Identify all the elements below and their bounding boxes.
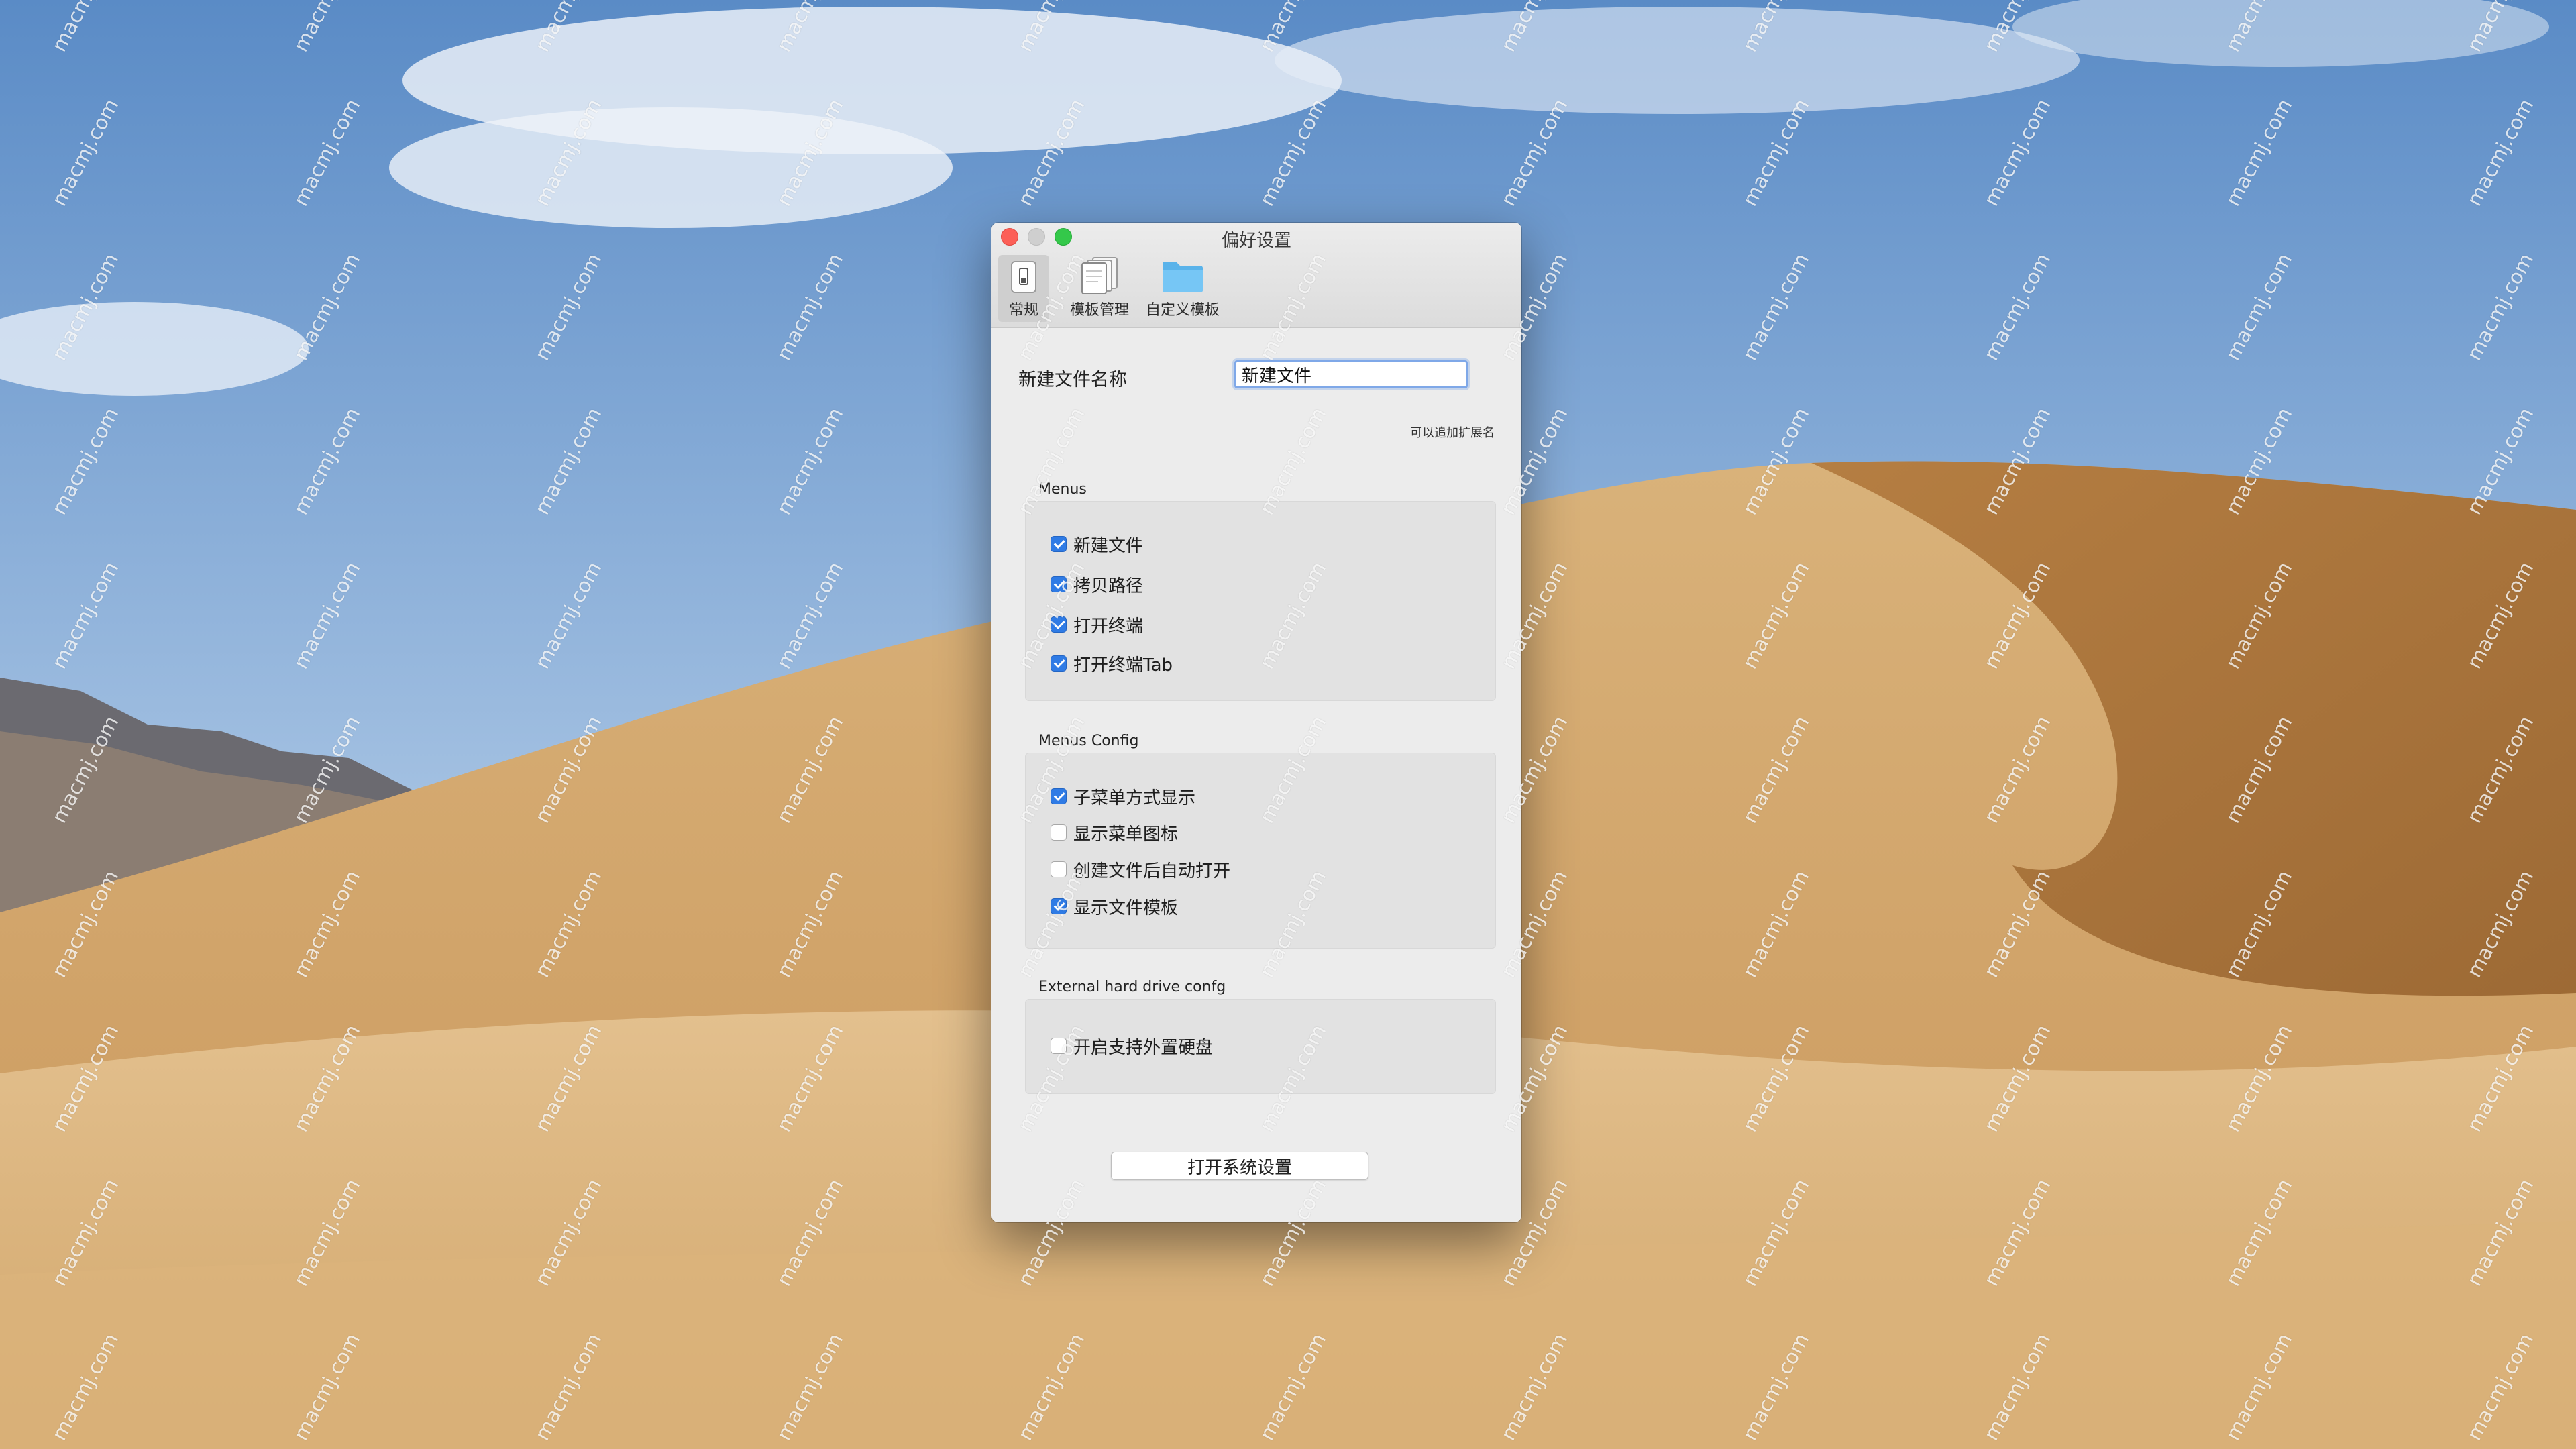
external-section-title: External hard drive confg [1038, 979, 1226, 996]
switch-icon [1011, 261, 1036, 293]
external-option-enable[interactable]: 开启支持外置硬盘 [1051, 1034, 1214, 1058]
option-label: 创建文件后自动打开 [1073, 861, 1231, 881]
config-option-auto-open[interactable]: 创建文件后自动打开 [1051, 858, 1230, 881]
toolbar-item-general[interactable]: 常规 [998, 255, 1049, 322]
option-label: 打开终端Tab [1073, 655, 1173, 676]
toolbar-item-custom-templates[interactable]: 自定义模板 [1126, 255, 1240, 322]
config-option-show-templates[interactable]: 显示文件模板 [1051, 895, 1178, 918]
config-option-menu-icons[interactable]: 显示菜单图标 [1051, 821, 1179, 845]
option-label: 显示文件模板 [1073, 898, 1179, 918]
toolbar-label-general: 常规 [1008, 302, 1038, 319]
checkbox[interactable] [1051, 824, 1067, 841]
toolbar-label-custom-templates: 自定义模板 [1145, 302, 1220, 319]
preferences-content: 新建文件名称 可以追加扩展名 Menus 新建文件 拷贝路径 打开终端 打开终端… [991, 328, 1521, 1222]
option-label: 打开终端 [1073, 616, 1144, 637]
open-system-settings-button[interactable]: 打开系统设置 [1111, 1152, 1368, 1180]
checkbox[interactable] [1051, 861, 1067, 877]
option-label: 子菜单方式显示 [1073, 788, 1196, 808]
documents-icon [1081, 257, 1118, 294]
desktop: macmj.com macmj.com macmj.com macmj.com macm… [0, 0, 2576, 1449]
checkbox[interactable] [1051, 1038, 1067, 1054]
checkbox[interactable] [1051, 536, 1067, 552]
new-file-name-input[interactable] [1234, 360, 1468, 388]
option-label: 开启支持外置硬盘 [1073, 1037, 1214, 1058]
menu-option-open-terminal[interactable]: 打开终端 [1051, 613, 1144, 637]
menu-option-open-terminal-tab[interactable]: 打开终端Tab [1051, 652, 1173, 676]
checkbox[interactable] [1051, 616, 1067, 633]
folder-icon [1163, 262, 1203, 292]
checkbox[interactable] [1051, 576, 1067, 592]
menus-config-group [1025, 753, 1496, 949]
option-label: 新建文件 [1073, 535, 1144, 556]
menu-option-copy-path[interactable]: 拷贝路径 [1051, 573, 1143, 596]
menus-section-title: Menus [1038, 481, 1087, 498]
window-title: 偏好设置 [1221, 231, 1291, 251]
option-label: 拷贝路径 [1073, 576, 1144, 596]
menus-config-section-title: Menus Config [1038, 733, 1139, 749]
option-label: 显示菜单图标 [1073, 824, 1179, 845]
menu-option-new-file[interactable]: 新建文件 [1051, 533, 1144, 556]
checkbox[interactable] [1051, 898, 1067, 914]
window-titlebar: 偏好设置 常规 模板管理 自定义模板 [991, 223, 1521, 328]
extension-hint: 可以追加扩展名 [1410, 426, 1495, 440]
preferences-window: 偏好设置 常规 模板管理 自定义模板 新建文件名称 新建文件 可以追加扩展名 M… [991, 223, 1521, 1222]
checkbox[interactable] [1051, 655, 1067, 672]
new-file-name-label: 新建文件名称 [1018, 370, 1127, 390]
config-option-submenu[interactable]: 子菜单方式显示 [1051, 785, 1195, 808]
checkbox[interactable] [1051, 788, 1067, 804]
